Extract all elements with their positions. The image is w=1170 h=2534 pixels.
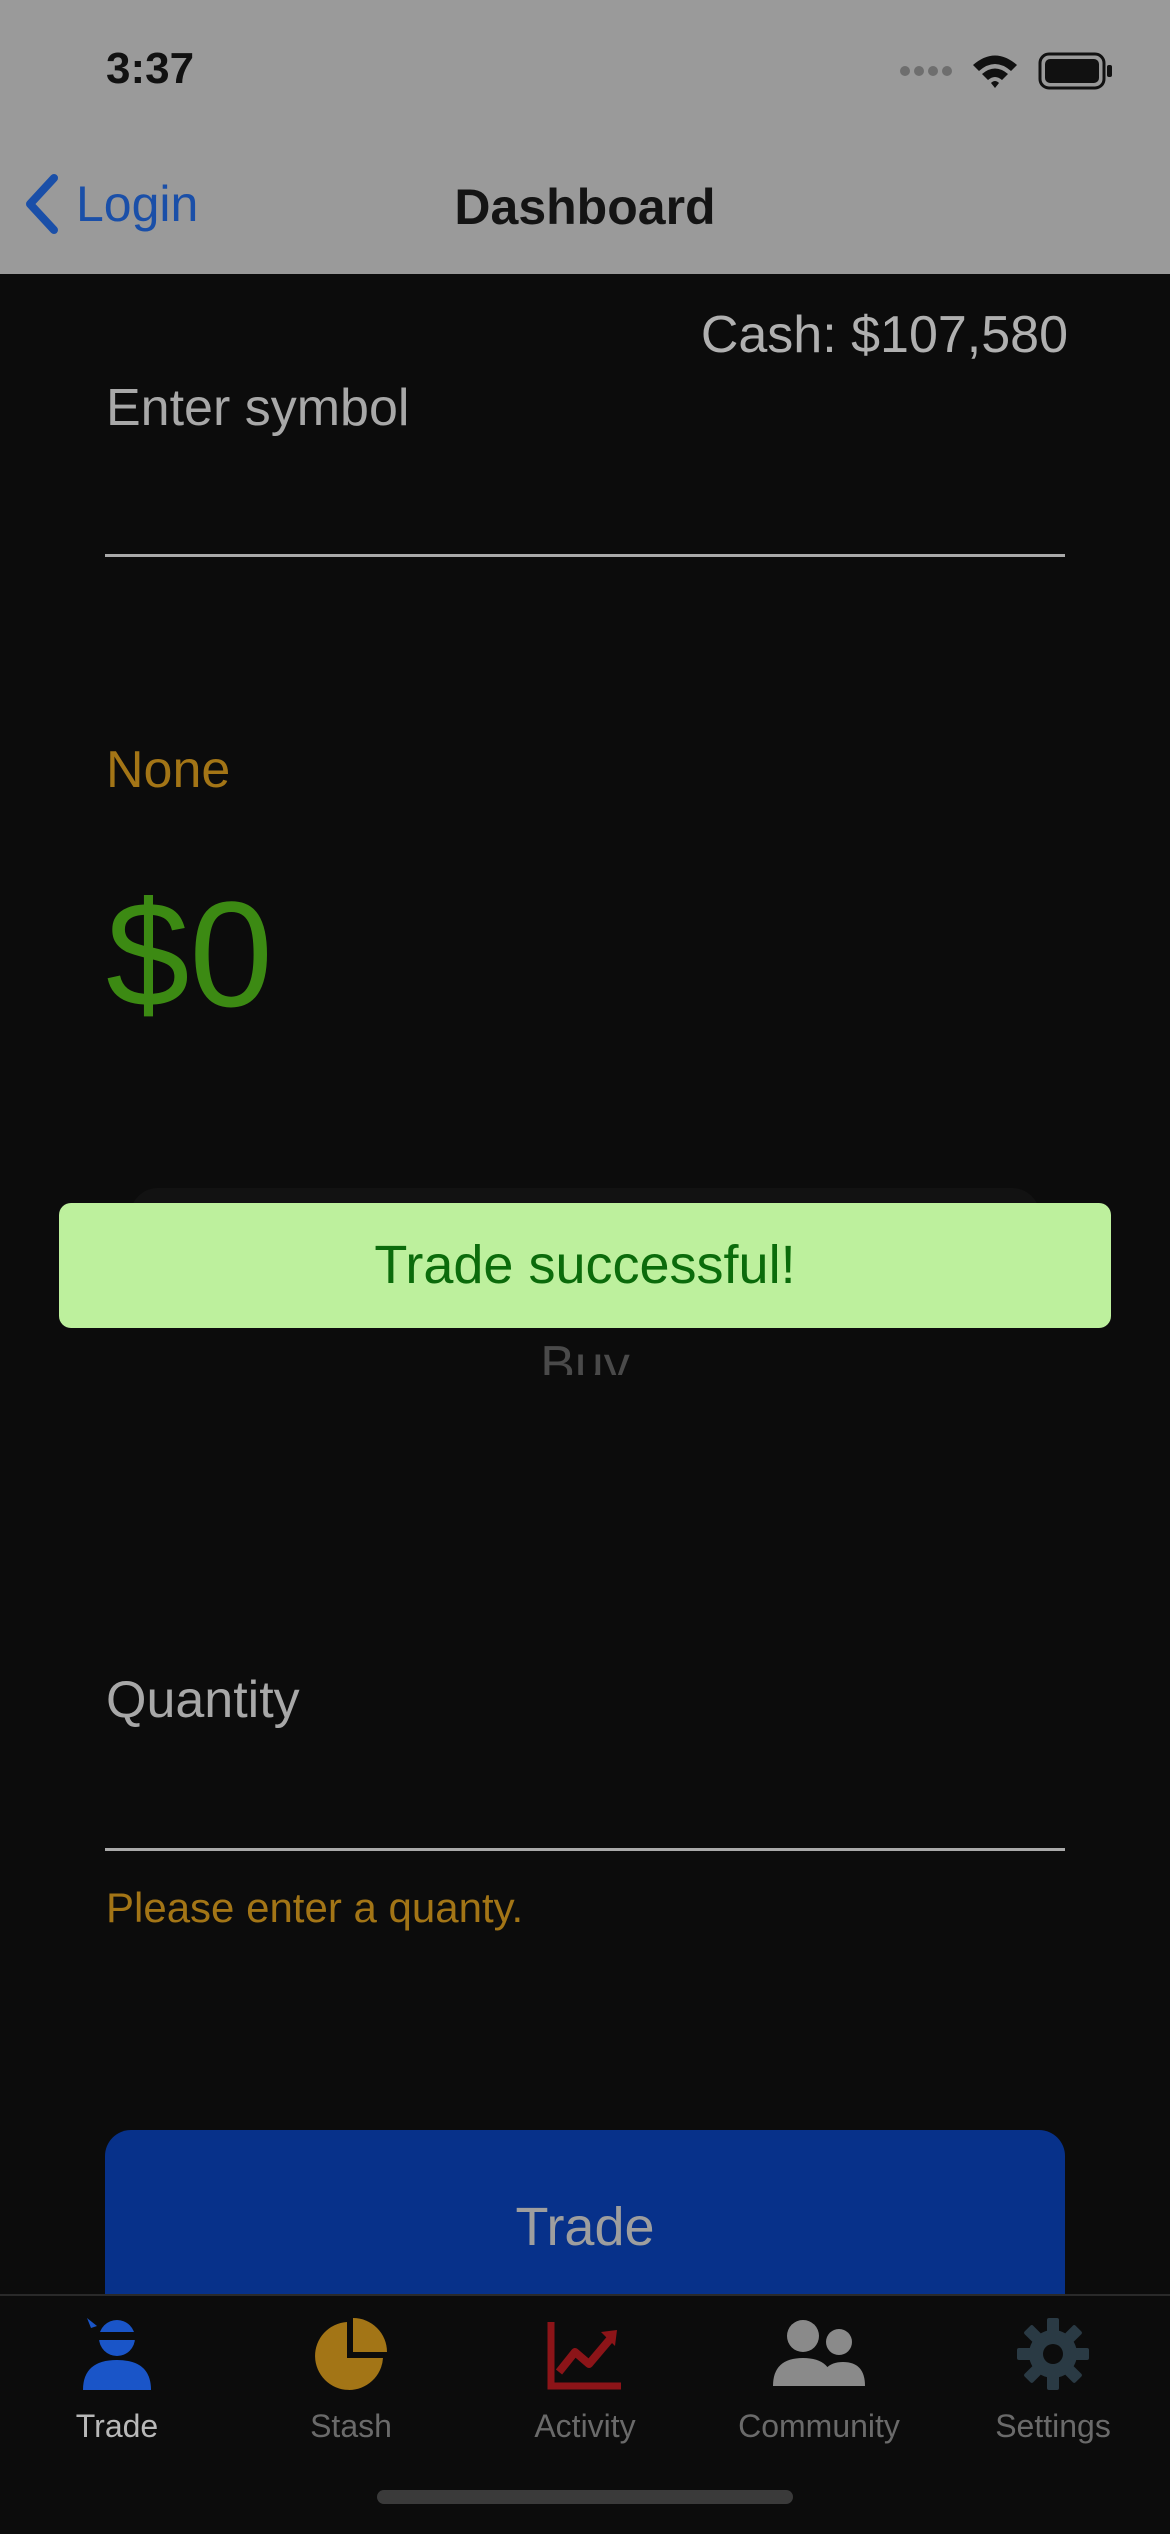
battery-icon bbox=[1038, 52, 1112, 90]
quantity-hint: Please enter a quanty. bbox=[106, 1884, 524, 1931]
ninja-icon bbox=[83, 2318, 151, 2390]
status-bar: 3:37 bbox=[0, 0, 1170, 140]
cash-balance: Cash: $107,580 bbox=[700, 306, 1068, 364]
tab-label-activity: Activity bbox=[534, 2408, 636, 2444]
success-toast: Trade successful! bbox=[59, 1203, 1111, 1328]
tab-trade[interactable]: Trade bbox=[0, 2314, 234, 2445]
status-icons bbox=[900, 52, 1114, 90]
home-indicator bbox=[377, 2490, 793, 2504]
buy-option[interactable]: Buy bbox=[0, 1335, 1170, 1375]
symbol-input-underline bbox=[105, 554, 1065, 557]
tab-stash[interactable]: Stash bbox=[234, 2314, 468, 2445]
tab-label-trade: Trade bbox=[75, 2408, 159, 2444]
users-icon bbox=[773, 2320, 865, 2386]
quantity-input[interactable]: Quantity bbox=[106, 1670, 300, 1730]
nav-bar: Login Dashboard bbox=[0, 140, 1170, 274]
tab-label-community: Community bbox=[738, 2408, 900, 2444]
symbol-input[interactable]: Enter symbol bbox=[106, 378, 409, 438]
quantity-input-underline bbox=[105, 1848, 1065, 1851]
status-time: 3:37 bbox=[106, 44, 195, 93]
tab-activity[interactable]: Activity bbox=[468, 2314, 702, 2445]
page-title: Dashboard bbox=[454, 179, 716, 235]
signal-dots-icon bbox=[900, 66, 952, 76]
trend-chart-icon bbox=[547, 2322, 621, 2390]
pie-chart-icon bbox=[315, 2318, 387, 2390]
trade-button[interactable]: Trade bbox=[105, 2130, 1065, 2302]
tab-community[interactable]: Community bbox=[702, 2314, 936, 2445]
tab-settings[interactable]: Settings bbox=[936, 2314, 1170, 2445]
tab-label-stash: Stash bbox=[310, 2408, 392, 2444]
gear-icon bbox=[1017, 2318, 1089, 2390]
wifi-icon bbox=[973, 55, 1017, 88]
symbol-name: None bbox=[106, 741, 231, 799]
price-value: $0 bbox=[106, 870, 273, 1038]
tab-label-settings: Settings bbox=[995, 2408, 1111, 2444]
